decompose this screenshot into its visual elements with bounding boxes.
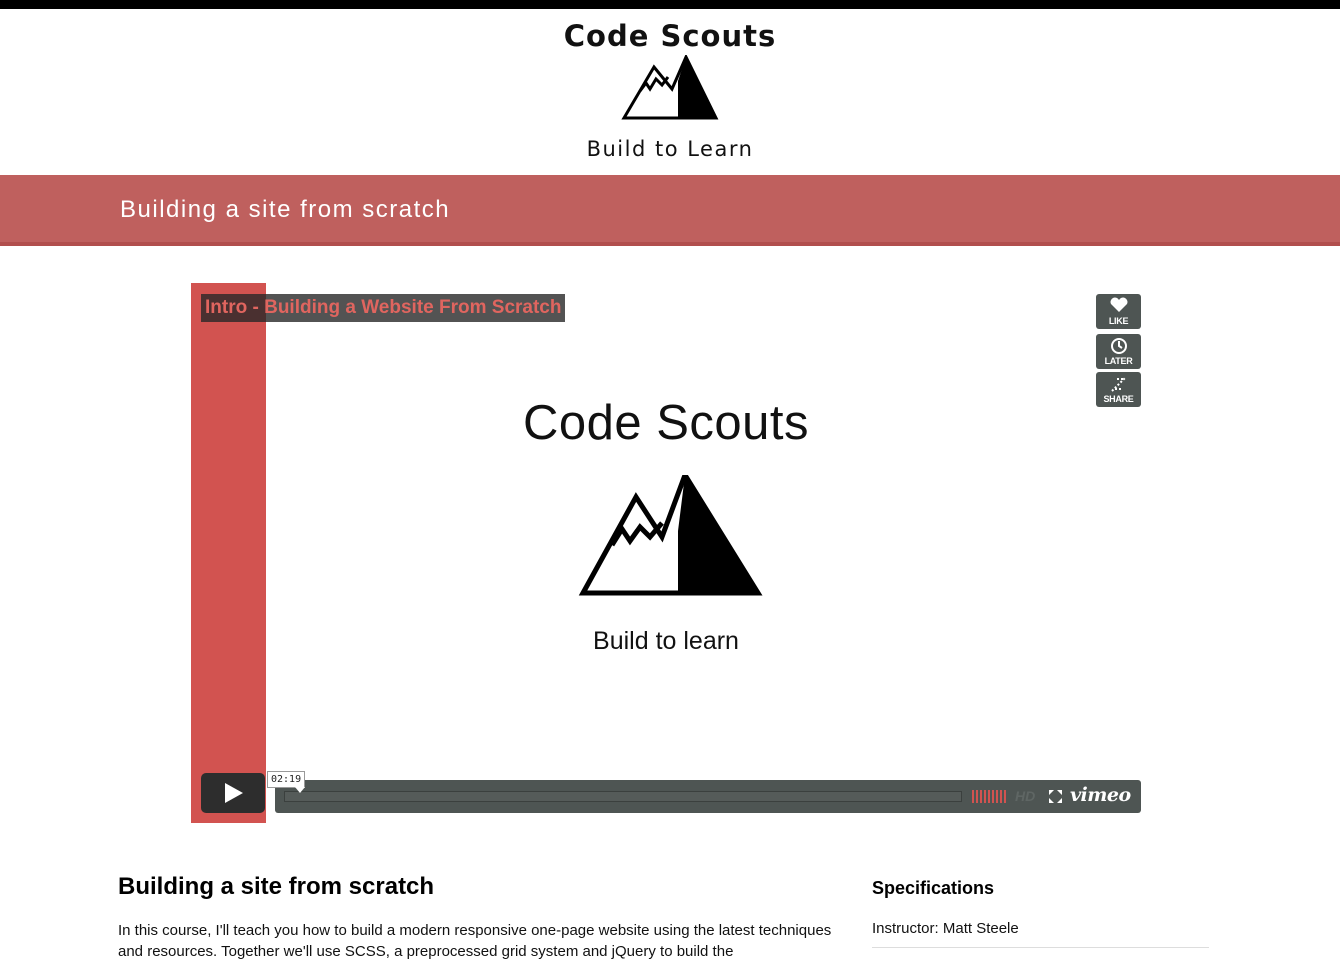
slide-accent-strip bbox=[191, 283, 266, 823]
clock-icon bbox=[1110, 338, 1127, 354]
video-title-prefix: Intro - bbox=[205, 297, 265, 318]
progress-track[interactable] bbox=[284, 791, 962, 802]
vimeo-logo[interactable]: vimeo bbox=[1070, 784, 1131, 806]
hd-toggle[interactable]: HD bbox=[1015, 788, 1035, 804]
mountain-logo-icon[interactable] bbox=[620, 55, 720, 121]
timecode-tooltip: 02:19 bbox=[267, 771, 306, 793]
spec-instructor: Instructor: Matt Steele bbox=[872, 920, 1209, 948]
video-player[interactable]: Intro - Building a Website From Scratch … bbox=[191, 283, 1141, 823]
site-header: Code Scouts Build to Learn bbox=[0, 9, 1340, 175]
like-button[interactable]: LIKE bbox=[1096, 294, 1141, 329]
play-icon bbox=[225, 783, 243, 803]
later-label: LATER bbox=[1104, 356, 1133, 366]
volume-control[interactable] bbox=[972, 790, 1008, 803]
play-button[interactable] bbox=[201, 773, 265, 813]
slide-title: Code Scouts bbox=[522, 396, 810, 450]
video-title: Intro - Building a Website From Scratch bbox=[201, 294, 566, 322]
slide-tagline: Build to learn bbox=[593, 627, 739, 655]
content-title: Building a site from scratch bbox=[118, 873, 435, 900]
heart-icon bbox=[1110, 297, 1127, 312]
site-title[interactable]: Code Scouts bbox=[0, 19, 1340, 53]
page-banner: Building a site from scratch bbox=[0, 175, 1340, 246]
share-icon bbox=[1110, 376, 1127, 392]
content-body: In this course, I'll teach you how to bu… bbox=[118, 922, 832, 960]
watch-later-button[interactable]: LATER bbox=[1096, 334, 1141, 369]
specifications-title: Specifications bbox=[872, 878, 995, 898]
like-label: LIKE bbox=[1108, 316, 1129, 326]
video-title-link[interactable]: Building a Website From Scratch bbox=[264, 297, 561, 318]
video-controls-bar: HD vimeo bbox=[275, 780, 1141, 813]
fullscreen-icon[interactable] bbox=[1049, 790, 1062, 803]
banner-title: Building a site from scratch bbox=[120, 196, 451, 223]
top-bar bbox=[0, 0, 1340, 9]
mountain-logo-icon bbox=[578, 475, 763, 596]
site-tagline: Build to Learn bbox=[586, 137, 754, 161]
